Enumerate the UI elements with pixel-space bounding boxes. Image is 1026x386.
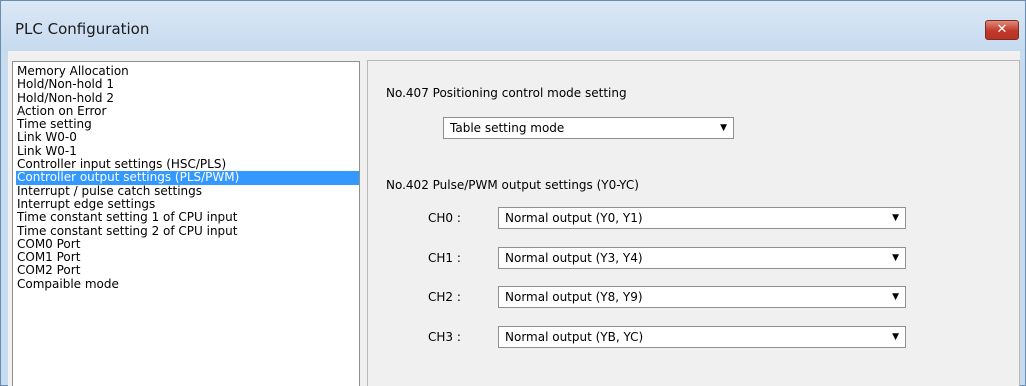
- positioning-mode-dropdown[interactable]: Table setting mode ▼: [443, 117, 734, 139]
- ch1-label: CH1 :: [428, 251, 461, 265]
- list-item-time-constant-1[interactable]: Time constant setting 1 of CPU input: [16, 210, 359, 224]
- ch0-label: CH0 :: [428, 211, 461, 225]
- plc-configuration-window: PLC Configuration ✕ Memory Allocation Ho…: [0, 0, 1026, 386]
- list-item-link-w0-1[interactable]: Link W0-1: [16, 144, 359, 158]
- ch2-label: CH2 :: [428, 290, 461, 304]
- positioning-mode-value: Table setting mode: [450, 121, 565, 135]
- list-item-action-on-error[interactable]: Action on Error: [16, 104, 359, 118]
- list-item-interrupt-edge[interactable]: Interrupt edge settings: [16, 197, 359, 211]
- ch0-value: Normal output (Y0, Y1): [505, 211, 643, 225]
- ch1-dropdown[interactable]: Normal output (Y3, Y4) ▼: [498, 247, 906, 269]
- window-title: PLC Configuration: [15, 20, 150, 38]
- positioning-mode-label: No.407 Positioning control mode setting: [386, 86, 627, 100]
- list-item-com2-port[interactable]: COM2 Port: [16, 264, 359, 278]
- close-icon: ✕: [996, 22, 1008, 37]
- chevron-down-icon: ▼: [892, 213, 899, 223]
- client-area: Memory Allocation Hold/Non-hold 1 Hold/N…: [8, 51, 1020, 386]
- list-item-time-constant-2[interactable]: Time constant setting 2 of CPU input: [16, 224, 359, 238]
- list-item-com1-port[interactable]: COM1 Port: [16, 250, 359, 264]
- close-button[interactable]: ✕: [985, 20, 1019, 40]
- ch0-dropdown[interactable]: Normal output (Y0, Y1) ▼: [498, 207, 906, 229]
- ch3-dropdown[interactable]: Normal output (YB, YC) ▼: [498, 326, 906, 348]
- chevron-down-icon: ▼: [892, 292, 899, 302]
- list-item-compaible-mode[interactable]: Compaible mode: [16, 277, 359, 291]
- ch3-label: CH3 :: [428, 330, 461, 344]
- chevron-down-icon: ▼: [720, 123, 727, 133]
- list-item-controller-output-settings[interactable]: Controller output settings (PLS/PWM): [16, 171, 359, 185]
- list-item-memory-allocation[interactable]: Memory Allocation: [16, 64, 359, 78]
- list-item-hold-non-hold-1[interactable]: Hold/Non-hold 1: [16, 77, 359, 91]
- list-item-hold-non-hold-2[interactable]: Hold/Non-hold 2: [16, 91, 359, 105]
- ch2-dropdown[interactable]: Normal output (Y8, Y9) ▼: [498, 286, 906, 308]
- chevron-down-icon: ▼: [892, 253, 899, 263]
- title-bar[interactable]: PLC Configuration ✕: [1, 1, 1025, 51]
- ch2-value: Normal output (Y8, Y9): [505, 290, 643, 304]
- list-item-com0-port[interactable]: COM0 Port: [16, 237, 359, 251]
- settings-panel: No.407 Positioning control mode setting …: [367, 60, 1020, 386]
- list-item-interrupt-pulse-catch[interactable]: Interrupt / pulse catch settings: [16, 184, 359, 198]
- list-item-controller-input-settings[interactable]: Controller input settings (HSC/PLS): [16, 157, 359, 171]
- list-item-time-setting[interactable]: Time setting: [16, 117, 359, 131]
- ch3-value: Normal output (YB, YC): [505, 330, 644, 344]
- pulse-output-label: No.402 Pulse/PWM output settings (Y0-YC): [386, 178, 639, 192]
- list-item-link-w0-0[interactable]: Link W0-0: [16, 131, 359, 145]
- chevron-down-icon: ▼: [892, 332, 899, 342]
- settings-list[interactable]: Memory Allocation Hold/Non-hold 1 Hold/N…: [12, 61, 360, 386]
- ch1-value: Normal output (Y3, Y4): [505, 251, 643, 265]
